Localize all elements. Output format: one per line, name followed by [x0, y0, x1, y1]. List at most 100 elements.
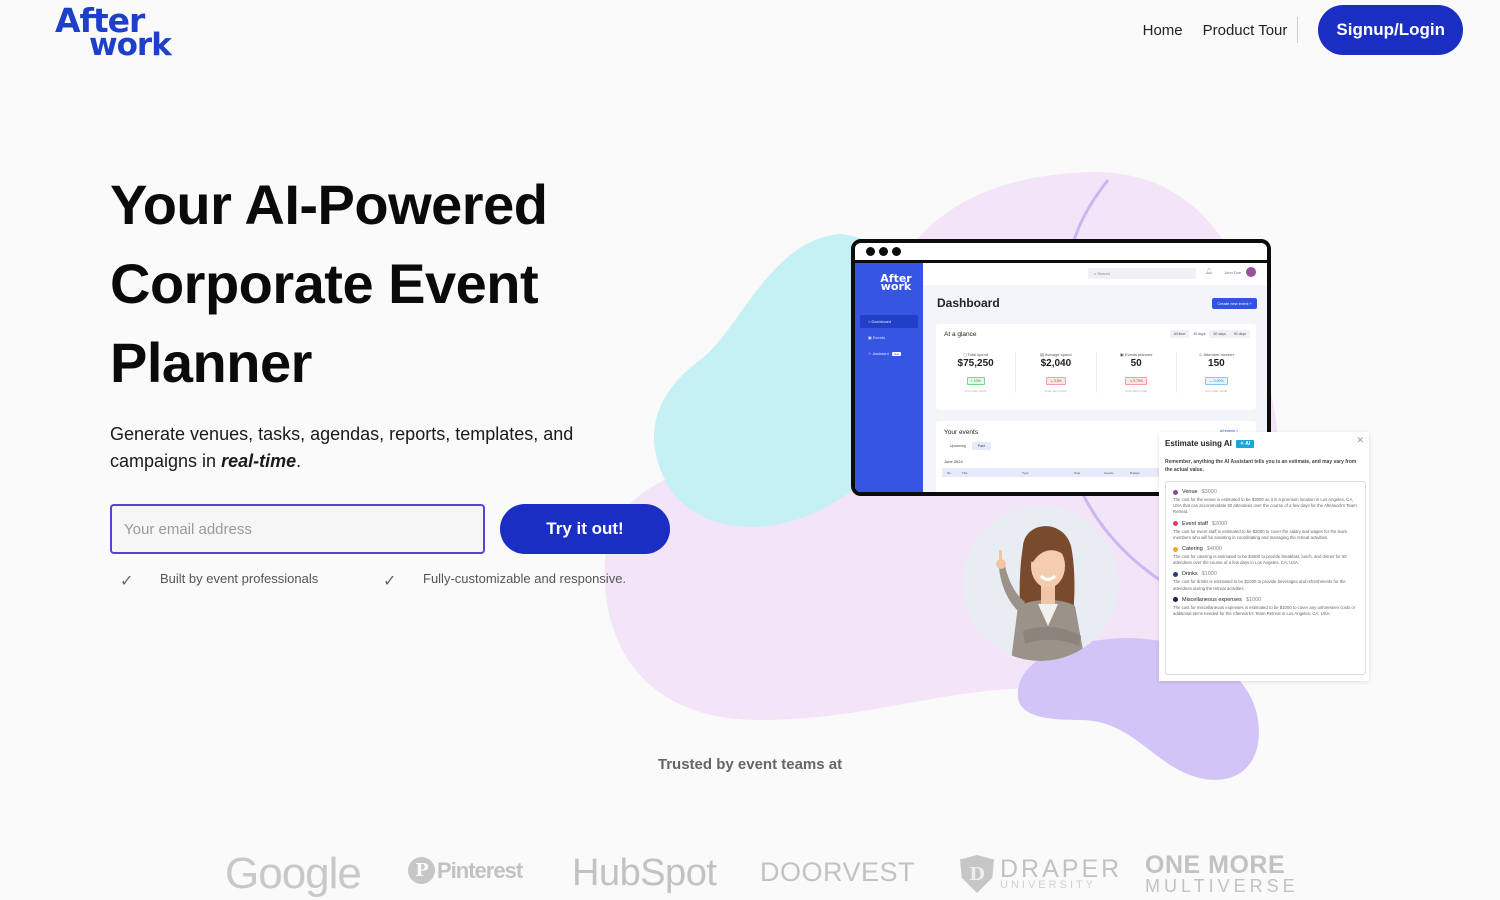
column-header: Guests	[1104, 471, 1114, 475]
subtitle-emphasis: real-time	[221, 451, 297, 471]
range-option: 30 days	[1189, 330, 1210, 338]
ai-title-text: Estimate using AI	[1165, 439, 1232, 448]
estimate-item: Miscellaneous expenses $1000 The cost for…	[1173, 597, 1358, 617]
preview-sidebar-item-dashboard: ⌂ Dashboard	[860, 315, 918, 328]
nav-divider	[1297, 17, 1299, 43]
estimate-cost: $2000	[1211, 520, 1228, 527]
estimate-name: Venue	[1182, 489, 1198, 495]
at-a-glance-card: At a glance All time 30 days 60 days 90 …	[936, 324, 1256, 410]
ai-badge: ✧ AI	[1235, 439, 1255, 448]
woman-photo	[963, 506, 1118, 661]
column-header: Budget	[1130, 471, 1140, 475]
glance-title: At a glance	[944, 331, 977, 338]
sidebar-label: Events	[872, 335, 886, 340]
customer-logos: Google P Pinterest HubSpot DOORVEST D DRA…	[200, 845, 1300, 900]
estimate-description: The cost for event staff is estimated to…	[1173, 528, 1348, 540]
nav-product-tour-link[interactable]: Product Tour	[1203, 22, 1288, 39]
feature-label: Fully-customizable and responsive.	[423, 571, 627, 586]
estimate-cost: $4000	[1206, 546, 1223, 553]
stat-change-badge: + 10%	[966, 377, 985, 385]
hubspot-logo: HubSpot	[572, 852, 717, 894]
estimate-item: Venue $3000 The cost for the venue is est…	[1173, 489, 1358, 516]
events-title: Your events	[944, 429, 979, 436]
estimate-item: Catering $4000 The cost for catering is e…	[1173, 546, 1358, 566]
stat-change-badge: ↘ 3.6%	[1045, 377, 1066, 385]
ai-estimate-list: Venue $3000 The cost for the venue is est…	[1165, 481, 1366, 675]
estimate-cost: $3000	[1201, 489, 1217, 495]
check-icon: ✓	[383, 573, 397, 590]
stat-events-planned: ▣ Events planned 50 ↘ 9.75% From last mo…	[1097, 352, 1177, 393]
preview-search: ⌕ Search	[1088, 268, 1196, 279]
person-illustration	[963, 506, 1118, 661]
column-header: Title	[962, 471, 968, 475]
draper-text: DRAPER	[1000, 854, 1123, 883]
feature-item: ✓ Fully-customizable and responsive.	[373, 571, 626, 591]
preview-sidebar-item-assistant: ✧ Assistant new	[860, 347, 918, 360]
hero-headline: Your AI-Powered Corporate Event Planner	[110, 173, 548, 394]
estimate-name: Catering	[1182, 546, 1203, 553]
draper-university-logo: D DRAPER UNIVERSITY	[960, 855, 1122, 893]
check-icon: ✓	[120, 573, 134, 590]
range-option: All time	[1173, 332, 1186, 336]
stat-attendee-number: ☺ Attendee number 150 — 0.00% From last …	[1177, 352, 1256, 393]
preview-logo: After work	[855, 273, 923, 293]
try-it-out-button[interactable]: Try it out!	[500, 504, 670, 554]
pinterest-text: Pinterest	[437, 857, 523, 883]
bell-icon: 🔔︎	[1205, 269, 1213, 275]
trusted-by-heading: Trusted by event teams at	[657, 756, 843, 773]
stat-total-spend: ◻ Total spend $75,250 + 10% From last mo…	[936, 352, 1017, 393]
range-option: 90 days	[1233, 332, 1246, 336]
column-header: Type	[1022, 471, 1029, 475]
pinterest-icon: P	[408, 857, 435, 884]
logo-line2: work	[89, 27, 172, 63]
estimate-description: The cost for the venue is estimated to b…	[1173, 497, 1357, 515]
events-tabs: Upcoming Past	[944, 442, 991, 450]
pinterest-logo: P Pinterest	[408, 857, 523, 884]
category-dot-icon	[1173, 521, 1178, 527]
nav-home-link[interactable]: Home	[1143, 22, 1183, 39]
estimate-item: Drinks $1000 The cost for drinks is estim…	[1173, 571, 1358, 591]
ai-estimate-card: Estimate using AI ✧ AI ✕ Remember, anyth…	[1159, 432, 1369, 681]
tab-upcoming: Upcoming	[944, 442, 972, 450]
preview-topbar: ⌕ Search 🔔︎ John Doe	[923, 263, 1267, 285]
stat-label: Events planned	[1124, 352, 1153, 357]
range-selector: All time 30 days 60 days 90 days	[1169, 330, 1250, 338]
hero-subtitle: Generate venues, tasks, agendas, reports…	[110, 421, 630, 475]
preview-sidebar: After work ⌂ Dashboard ▣ Events ✧ Assist…	[855, 263, 923, 492]
ai-estimate-title: Estimate using AI ✧ AI	[1165, 439, 1255, 448]
stat-value: $2,040	[1040, 358, 1072, 369]
stat-change-badge: — 0.00%	[1205, 377, 1228, 385]
stat-value: $75,250	[957, 358, 994, 369]
afterwork-logo[interactable]: After work	[55, 4, 175, 64]
one-more-multiverse-logo: ONE MORE MULTIVERSE	[1145, 853, 1299, 896]
ai-estimate-note: Remember, anything the AI Assistant tell…	[1165, 459, 1357, 473]
onemore-subtext: MULTIVERSE	[1145, 876, 1299, 896]
stat-value: 150	[1208, 358, 1225, 369]
email-input[interactable]	[110, 504, 485, 554]
search-placeholder: Search	[1097, 271, 1111, 276]
preview-create-event-button: Create new event +	[1212, 298, 1257, 309]
stat-value: 50	[1130, 358, 1142, 369]
category-dot-icon	[1173, 597, 1178, 603]
stat-footer: From last month	[1205, 389, 1228, 393]
estimate-description: The cost for miscellaneous expenses is e…	[1173, 604, 1356, 617]
category-dot-icon	[1173, 489, 1178, 495]
tab-past: Past	[977, 444, 985, 448]
sidebar-label: Dashboard	[871, 319, 892, 324]
estimate-item: Event staff $2000 The cost for event staf…	[1173, 521, 1358, 541]
preview-user-name: John Doe	[1224, 270, 1242, 275]
new-badge: new	[891, 351, 902, 356]
feature-label: Built by event professionals	[160, 571, 319, 586]
ai-badge-text: AI	[1245, 440, 1251, 447]
estimate-name: Event staff	[1182, 520, 1208, 527]
window-dot-icon	[866, 247, 875, 256]
estimate-cost: $1000	[1245, 596, 1262, 603]
google-logo: Google	[225, 849, 362, 898]
events-table-header: No. Title Type Date Guests Budget	[942, 468, 1162, 477]
signup-login-button[interactable]: Signup/Login	[1318, 5, 1463, 55]
estimate-name: Drinks	[1182, 571, 1198, 578]
stat-label: Attendee number	[1203, 352, 1235, 357]
estimate-description: The cost for catering is estimated to be…	[1173, 554, 1347, 566]
column-header: Date	[1074, 471, 1081, 475]
preview-logo-line2: work	[880, 280, 912, 293]
